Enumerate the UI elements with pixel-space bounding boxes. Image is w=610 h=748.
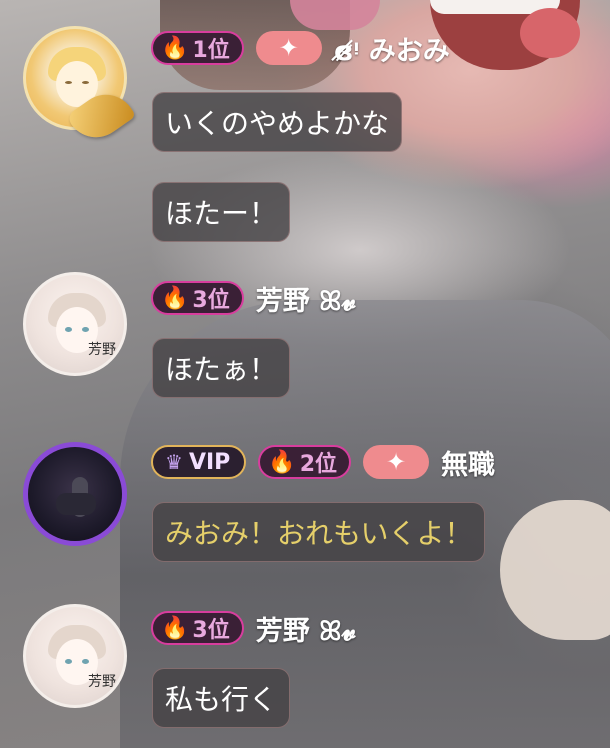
avatar-figure bbox=[56, 493, 96, 515]
bg-tongue bbox=[520, 8, 580, 58]
message-header: 🔥 1位 ✦ ɞ̸̷ᵎ みおみ bbox=[151, 28, 450, 68]
crown-icon: ♛ bbox=[165, 450, 183, 474]
avatar[interactable]: 芳野 bbox=[23, 272, 127, 376]
message-bubble: みおみ！おれもいくよ！ bbox=[152, 502, 486, 562]
avatar-stamp: 芳野 bbox=[88, 342, 116, 358]
avatar[interactable] bbox=[23, 442, 127, 546]
avatar-stamp: 芳野 bbox=[88, 674, 116, 690]
rank-badge[interactable]: 🔥 1位 bbox=[151, 31, 244, 65]
username[interactable]: 無職 bbox=[441, 443, 495, 482]
message-bubble: ほたぁ！ bbox=[152, 338, 291, 398]
username[interactable]: ɞ̸̷ᵎ みおみ bbox=[334, 29, 450, 68]
message-bubble: ほたー！ bbox=[152, 182, 291, 242]
avatar[interactable]: 芳野 bbox=[23, 604, 127, 708]
flame-icon: 🔥 bbox=[268, 449, 296, 475]
rank-badge[interactable]: 🔥 2位 bbox=[258, 445, 351, 479]
sparkle-icon: ✦ bbox=[385, 448, 407, 476]
sparkle-badge[interactable]: ✦ bbox=[363, 445, 429, 479]
flame-icon: 🔥 bbox=[161, 615, 189, 641]
username[interactable]: 芳野 ꕤ𝓿 bbox=[256, 609, 356, 648]
message-header: 🔥 3位 芳野 ꕤ𝓿 bbox=[151, 278, 356, 318]
rank-badge[interactable]: 🔥 3位 bbox=[151, 611, 244, 645]
sparkle-icon: ✦ bbox=[278, 34, 299, 62]
rank-badge[interactable]: 🔥 3位 bbox=[151, 281, 244, 315]
flame-icon: 🔥 bbox=[161, 285, 189, 311]
bg-pink-hair bbox=[290, 0, 380, 30]
vip-badge[interactable]: ♛ VIP bbox=[151, 445, 247, 479]
message-header: 🔥 3位 芳野 ꕤ𝓿 bbox=[151, 608, 356, 648]
sparkle-badge[interactable]: ✦ bbox=[255, 31, 322, 65]
username[interactable]: 芳野 ꕤ𝓿 bbox=[256, 279, 356, 318]
message-header: ♛ VIP 🔥 2位 ✦ 無職 bbox=[151, 442, 495, 482]
message-bubble: 私も行く bbox=[152, 668, 291, 728]
flame-icon: 🔥 bbox=[161, 35, 189, 61]
message-bubble: いくのやめよかな bbox=[152, 92, 403, 152]
